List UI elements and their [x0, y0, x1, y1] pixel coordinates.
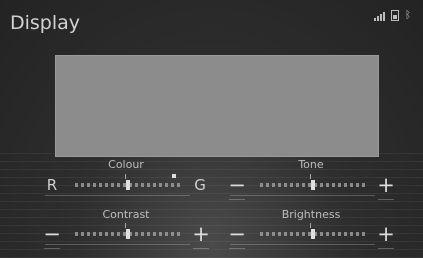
contrast-baseline [45, 244, 190, 245]
colour-indicator-dot [172, 174, 176, 178]
tone-label: Tone [298, 158, 324, 171]
brightness-decrease-button[interactable]: − [226, 223, 248, 249]
status-bar: ᛒ [374, 10, 411, 21]
battery-icon [391, 10, 399, 21]
tone-slider-handle[interactable] [310, 180, 315, 190]
tone-decrease-button[interactable]: − [226, 174, 248, 200]
brightness-slider-handle[interactable] [310, 229, 315, 239]
colour-label: Colour [108, 158, 144, 171]
signal-icon [374, 12, 385, 21]
brightness-label: Brightness [281, 208, 341, 221]
display-preview-area [55, 55, 379, 157]
brightness-slider[interactable] [230, 223, 375, 245]
colour-slider-handle[interactable] [125, 180, 130, 190]
contrast-center-tick [125, 223, 126, 228]
contrast-slider[interactable] [45, 223, 190, 245]
tone-increase-button[interactable]: + [375, 174, 397, 200]
tone-slider[interactable] [230, 174, 375, 196]
display-settings-screen: Display ᛒ Colour R G Tone − + Contrast −… [0, 0, 423, 258]
colour-center-tick [125, 174, 126, 179]
contrast-slider-handle[interactable] [125, 229, 130, 239]
page-title: Display [10, 12, 81, 34]
tone-baseline [230, 195, 375, 196]
colour-r-label: R [46, 176, 58, 194]
brightness-center-tick [310, 223, 311, 228]
brightness-baseline [230, 244, 375, 245]
colour-slider[interactable] [45, 174, 190, 196]
brightness-increase-button[interactable]: + [375, 223, 397, 249]
tone-center-tick [310, 174, 311, 179]
contrast-label: Contrast [102, 208, 150, 221]
colour-baseline [45, 195, 190, 196]
contrast-increase-button[interactable]: + [190, 223, 212, 249]
contrast-decrease-button[interactable]: − [41, 223, 63, 249]
colour-g-label: G [194, 176, 206, 194]
bluetooth-icon: ᛒ [405, 10, 411, 21]
